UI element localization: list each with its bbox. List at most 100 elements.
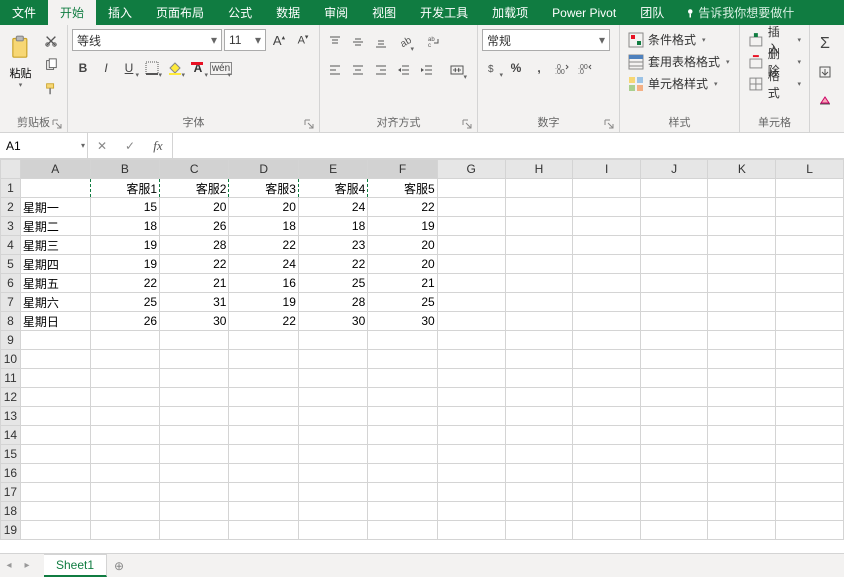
tab-团队[interactable]: 团队 (628, 0, 676, 25)
cell-C6[interactable]: 21 (160, 274, 229, 293)
cell-F5[interactable]: 20 (368, 255, 437, 274)
cell-K11[interactable] (708, 369, 776, 388)
cell-K2[interactable] (708, 198, 776, 217)
new-sheet-button[interactable]: ⊕ (107, 554, 131, 577)
cell-D3[interactable]: 18 (229, 217, 298, 236)
cell-B12[interactable] (90, 388, 159, 407)
col-header-E[interactable]: E (298, 160, 367, 179)
col-header-G[interactable]: G (437, 160, 505, 179)
cell-E1[interactable]: 客服4 (298, 179, 367, 198)
align-middle-button[interactable] (347, 31, 369, 53)
font-name-combo[interactable]: 等线▾ (72, 29, 222, 51)
cell-K1[interactable] (708, 179, 776, 198)
cell-H1[interactable] (505, 179, 573, 198)
clipboard-dialog-launcher[interactable] (51, 118, 63, 130)
cell-C14[interactable] (160, 426, 229, 445)
cell-E16[interactable] (298, 464, 367, 483)
cell-G15[interactable] (437, 445, 505, 464)
cell-L10[interactable] (776, 350, 844, 369)
cell-A10[interactable] (20, 350, 90, 369)
cell-B16[interactable] (90, 464, 159, 483)
tab-页面布局[interactable]: 页面布局 (144, 0, 216, 25)
tab-文件[interactable]: 文件 (0, 0, 48, 25)
cell-K19[interactable] (708, 521, 776, 540)
enter-formula-button[interactable]: ✓ (116, 139, 144, 153)
cell-C16[interactable] (160, 464, 229, 483)
cell-I2[interactable] (573, 198, 640, 217)
cell-A9[interactable] (20, 331, 90, 350)
cell-L4[interactable] (776, 236, 844, 255)
cell-E14[interactable] (298, 426, 367, 445)
cell-H8[interactable] (505, 312, 573, 331)
cell-E3[interactable]: 18 (298, 217, 367, 236)
cell-H15[interactable] (505, 445, 573, 464)
name-box[interactable]: ▾ (0, 133, 88, 158)
autosum-button[interactable]: Σ (814, 33, 836, 55)
cell-D13[interactable] (229, 407, 298, 426)
cell-E4[interactable]: 23 (298, 236, 367, 255)
decrease-font-button[interactable]: A▾ (292, 29, 314, 51)
cell-J1[interactable] (640, 179, 708, 198)
cell-L16[interactable] (776, 464, 844, 483)
cell-G1[interactable] (437, 179, 505, 198)
cell-B1[interactable]: 客服1 (90, 179, 159, 198)
cell-G14[interactable] (437, 426, 505, 445)
row-header-6[interactable]: 6 (1, 274, 21, 293)
cell-C10[interactable] (160, 350, 229, 369)
cell-J4[interactable] (640, 236, 708, 255)
cell-B8[interactable]: 26 (90, 312, 159, 331)
col-header-L[interactable]: L (776, 160, 844, 179)
cell-F9[interactable] (368, 331, 437, 350)
cell-D7[interactable]: 19 (229, 293, 298, 312)
fill-color-button[interactable] (164, 57, 186, 79)
paste-button[interactable]: 粘贴 ▾ (4, 29, 37, 95)
row-header-9[interactable]: 9 (1, 331, 21, 350)
cell-C15[interactable] (160, 445, 229, 464)
cell-L11[interactable] (776, 369, 844, 388)
cell-I14[interactable] (573, 426, 640, 445)
cell-I16[interactable] (573, 464, 640, 483)
cell-E13[interactable] (298, 407, 367, 426)
number-format-combo[interactable]: 常规▾ (482, 29, 610, 51)
cell-H9[interactable] (505, 331, 573, 350)
cell-H4[interactable] (505, 236, 573, 255)
cell-F14[interactable] (368, 426, 437, 445)
border-button[interactable] (141, 57, 163, 79)
cell-L15[interactable] (776, 445, 844, 464)
cell-D19[interactable] (229, 521, 298, 540)
cell-A4[interactable]: 星期三 (20, 236, 90, 255)
cell-G8[interactable] (437, 312, 505, 331)
sheet-tab[interactable]: Sheet1 (44, 554, 107, 577)
cell-D1[interactable]: 客服3 (229, 179, 298, 198)
cell-C18[interactable] (160, 502, 229, 521)
cell-G9[interactable] (437, 331, 505, 350)
cell-I5[interactable] (573, 255, 640, 274)
cell-I9[interactable] (573, 331, 640, 350)
cell-L14[interactable] (776, 426, 844, 445)
cell-J16[interactable] (640, 464, 708, 483)
cell-J5[interactable] (640, 255, 708, 274)
row-header-14[interactable]: 14 (1, 426, 21, 445)
cell-H2[interactable] (505, 198, 573, 217)
cell-G16[interactable] (437, 464, 505, 483)
cell-I19[interactable] (573, 521, 640, 540)
cell-H16[interactable] (505, 464, 573, 483)
col-header-H[interactable]: H (505, 160, 573, 179)
cell-J3[interactable] (640, 217, 708, 236)
cell-E10[interactable] (298, 350, 367, 369)
cell-G7[interactable] (437, 293, 505, 312)
cell-D5[interactable]: 24 (229, 255, 298, 274)
cell-E9[interactable] (298, 331, 367, 350)
phonetic-button[interactable]: wén (210, 57, 232, 79)
cell-K14[interactable] (708, 426, 776, 445)
cell-J6[interactable] (640, 274, 708, 293)
cell-G5[interactable] (437, 255, 505, 274)
cell-D14[interactable] (229, 426, 298, 445)
col-header-I[interactable]: I (573, 160, 640, 179)
cell-F1[interactable]: 客服5 (368, 179, 437, 198)
cell-L13[interactable] (776, 407, 844, 426)
row-header-5[interactable]: 5 (1, 255, 21, 274)
name-box-dropdown-icon[interactable]: ▾ (81, 141, 85, 150)
cell-F7[interactable]: 25 (368, 293, 437, 312)
cell-H7[interactable] (505, 293, 573, 312)
